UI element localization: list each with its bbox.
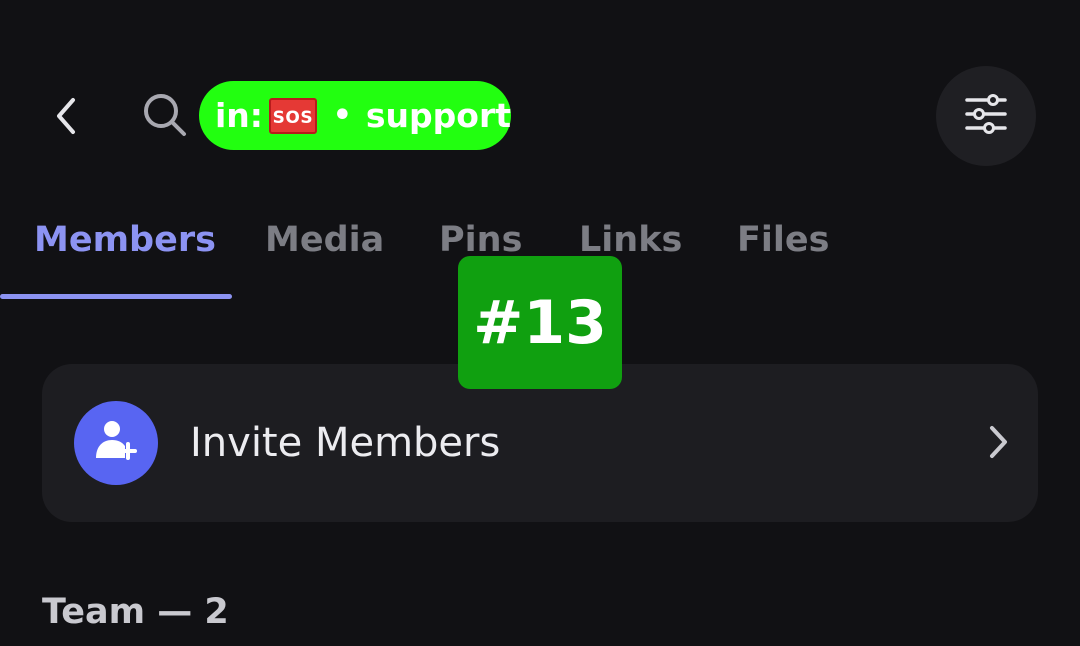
active-tab-indicator <box>0 294 232 299</box>
chip-channel-name: support <box>365 96 511 135</box>
chevron-right-icon <box>978 422 1018 462</box>
chip-separator: • <box>332 98 352 133</box>
add-person-icon <box>91 416 141 470</box>
invite-members-label: Invite Members <box>190 420 501 466</box>
section-header-team: Team — 2 <box>42 592 229 632</box>
search-filter-chip[interactable]: in: SOS • support <box>199 81 511 150</box>
sliders-icon <box>965 94 1007 138</box>
step-number-badge: #13 <box>458 256 622 389</box>
search-icon <box>140 90 190 140</box>
filter-button[interactable] <box>936 66 1036 166</box>
invite-avatar <box>74 401 158 485</box>
tab-files[interactable]: Files <box>737 220 829 260</box>
chevron-left-icon <box>51 96 81 140</box>
tab-pins[interactable]: Pins <box>439 220 522 260</box>
chip-prefix: in: <box>215 96 264 135</box>
back-button[interactable] <box>38 90 94 146</box>
tab-media[interactable]: Media <box>265 220 384 260</box>
tab-members[interactable]: Members <box>34 220 216 260</box>
tab-links[interactable]: Links <box>579 220 682 260</box>
sos-emoji-icon: SOS <box>269 97 317 134</box>
